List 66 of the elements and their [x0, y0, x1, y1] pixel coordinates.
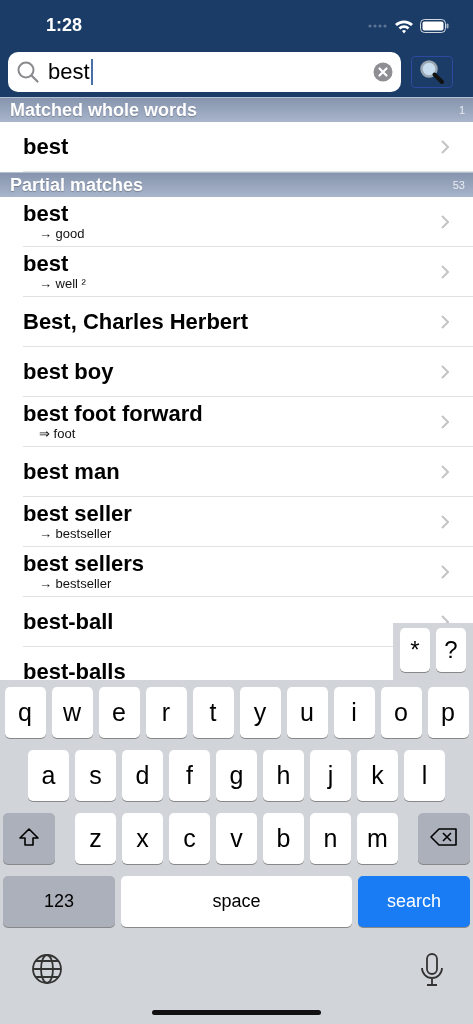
letter-key[interactable]: l: [404, 750, 445, 801]
search-icon: [16, 60, 40, 84]
letter-key[interactable]: a: [28, 750, 69, 801]
letter-key[interactable]: m: [357, 813, 398, 864]
search-field[interactable]: best: [8, 52, 401, 92]
letter-key[interactable]: f: [169, 750, 210, 801]
letter-key[interactable]: h: [263, 750, 304, 801]
letter-key[interactable]: z: [75, 813, 116, 864]
letter-key[interactable]: e: [98, 687, 140, 738]
letter-key[interactable]: x: [122, 813, 163, 864]
letter-key[interactable]: d: [122, 750, 163, 801]
entry-word[interactable]: best: [23, 201, 69, 226]
symbol-key[interactable]: *: [400, 628, 430, 672]
status-time: 1:28: [46, 14, 84, 36]
symbol-key[interactable]: ?: [436, 628, 466, 672]
delete-icon: [430, 827, 458, 847]
letter-key[interactable]: n: [310, 813, 351, 864]
signal-icon: [368, 24, 388, 28]
letter-key[interactable]: r: [145, 687, 187, 738]
space-key[interactable]: space: [121, 876, 352, 927]
entry-word[interactable]: best-ball: [23, 609, 114, 634]
match-count: 1: [458, 104, 465, 116]
shift-key[interactable]: [3, 813, 55, 864]
letter-key[interactable]: w: [51, 687, 93, 738]
search-button[interactable]: [411, 56, 453, 88]
letter-key[interactable]: b: [263, 813, 304, 864]
entry-word[interactable]: best: [23, 251, 69, 276]
entry-word[interactable]: best: [23, 134, 69, 159]
search-key[interactable]: search: [358, 876, 470, 927]
section-title: Matched whole words: [10, 99, 199, 121]
battery-icon: [420, 19, 449, 33]
letter-key[interactable]: y: [239, 687, 281, 738]
letter-key[interactable]: k: [357, 750, 398, 801]
entry-note: → good: [39, 226, 86, 242]
letter-key[interactable]: t: [192, 687, 234, 738]
entry-note: → well ²: [39, 276, 87, 292]
letter-key[interactable]: q: [4, 687, 46, 738]
letter-key[interactable]: p: [427, 687, 469, 738]
entry-word[interactable]: best sellers: [23, 551, 145, 576]
entry-word[interactable]: best seller: [23, 501, 132, 526]
entry-word[interactable]: best man: [23, 459, 120, 484]
wifi-icon: [394, 18, 414, 34]
entry-word[interactable]: Best, Charles Herbert: [23, 309, 248, 334]
letter-key[interactable]: j: [310, 750, 351, 801]
entry-word[interactable]: best-balls: [23, 659, 126, 680]
entry-note: → bestseller: [39, 576, 113, 592]
letter-key[interactable]: s: [75, 750, 116, 801]
letter-key[interactable]: u: [286, 687, 328, 738]
microphone-icon[interactable]: [420, 953, 444, 987]
letter-key[interactable]: g: [216, 750, 257, 801]
delete-key[interactable]: [418, 813, 470, 864]
letter-key[interactable]: i: [333, 687, 375, 738]
numbers-key[interactable]: 123: [3, 876, 115, 927]
globe-icon[interactable]: [31, 953, 63, 985]
entry-note: → bestseller: [39, 526, 113, 542]
letter-key[interactable]: v: [216, 813, 257, 864]
section-title: Partial matches: [10, 174, 145, 196]
magnifier-icon: [419, 59, 445, 85]
clear-icon[interactable]: [373, 62, 393, 82]
letter-key[interactable]: o: [380, 687, 422, 738]
entry-word[interactable]: best foot forward: [23, 401, 203, 426]
match-count: 53: [452, 179, 465, 191]
entry-word[interactable]: best boy: [23, 359, 114, 384]
shift-icon: [18, 827, 40, 847]
entry-note: ⇒ foot: [39, 426, 77, 442]
letter-key[interactable]: c: [169, 813, 210, 864]
